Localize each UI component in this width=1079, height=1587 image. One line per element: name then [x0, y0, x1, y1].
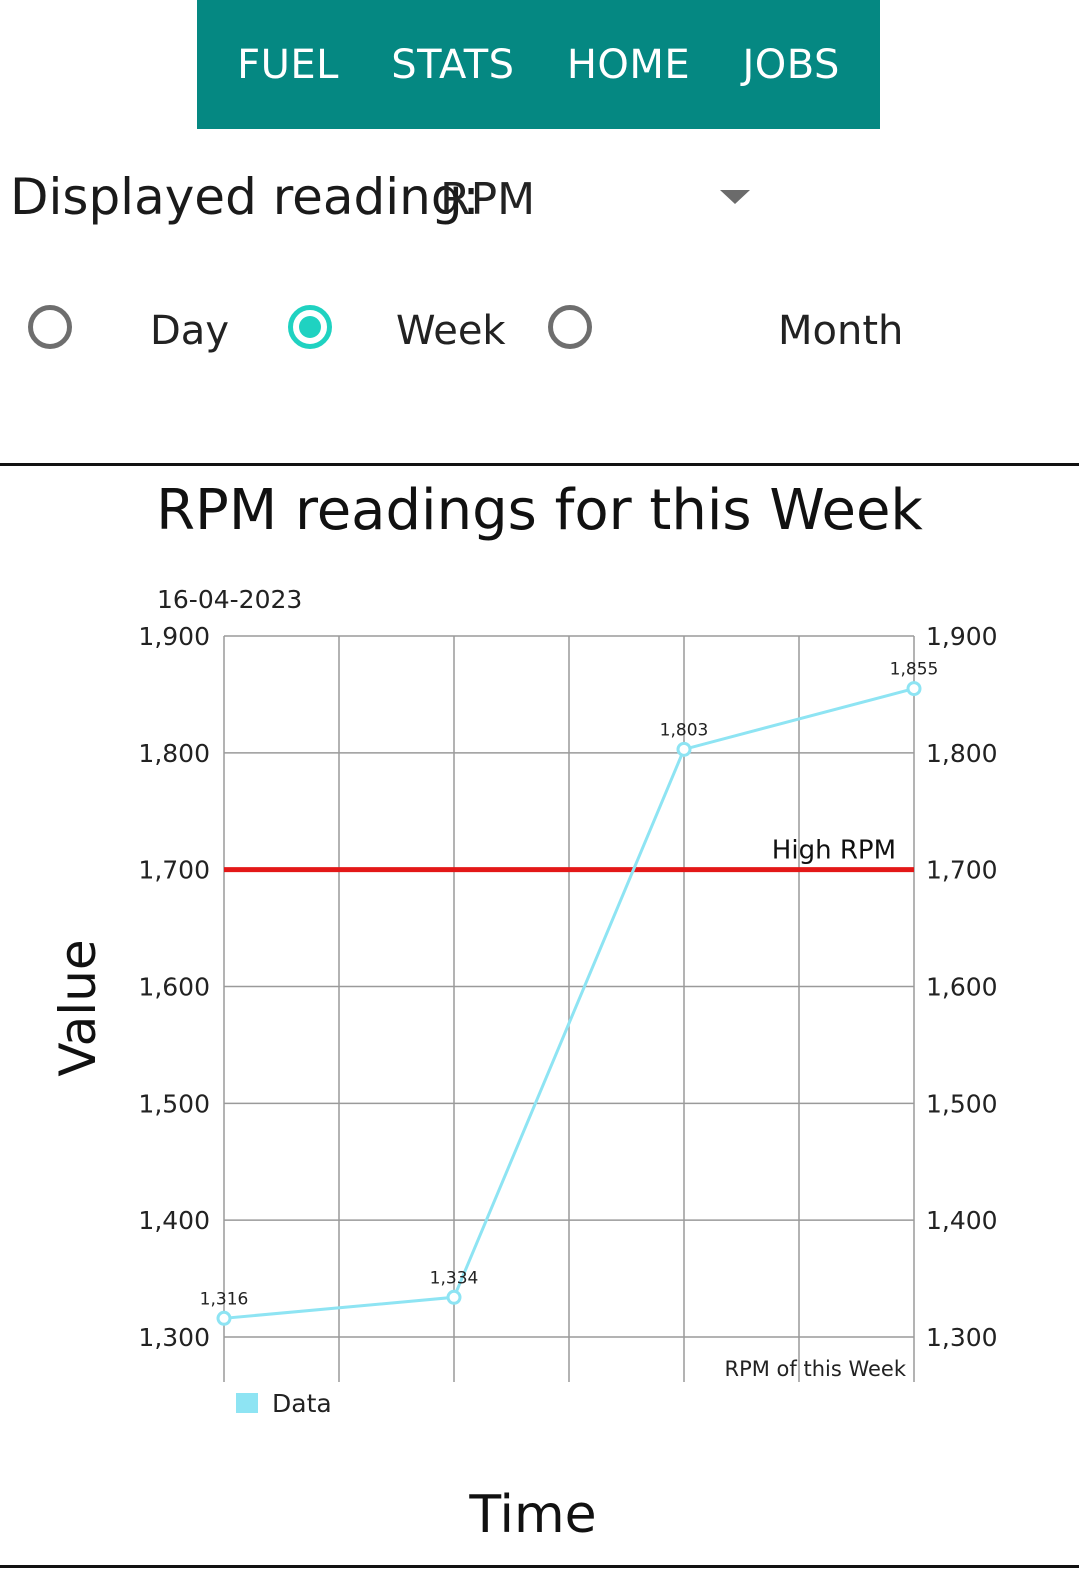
section-divider: [0, 463, 1079, 466]
reading-dropdown-value[interactable]: RPM: [440, 174, 535, 225]
data-point: [676, 741, 692, 757]
legend-label: Data: [272, 1389, 332, 1418]
x-axis-title: Time: [468, 1485, 596, 1545]
tab-stats[interactable]: STATS: [391, 42, 514, 88]
radio-month-label[interactable]: Month: [778, 308, 903, 354]
y-tick-label-left: 1,800: [138, 739, 210, 768]
radio-week[interactable]: [288, 305, 332, 349]
bottom-divider: [0, 1565, 1079, 1568]
data-point-label: 1,803: [660, 720, 709, 740]
chart-title: RPM readings for this Week: [156, 478, 923, 543]
y-tick-label-left: 1,400: [138, 1206, 210, 1235]
y-tick-label-left: 1,700: [138, 856, 210, 885]
data-point: [446, 1289, 462, 1305]
y-tick-label-right: 1,600: [926, 973, 998, 1002]
y-tick-label-right: 1,800: [926, 739, 998, 768]
y-tick-label-right: 1,700: [926, 856, 998, 885]
tab-jobs[interactable]: JOBS: [742, 42, 839, 88]
data-point-label: 1,855: [890, 660, 939, 680]
top-tab-bar: FUEL STATS HOME JOBS: [197, 0, 880, 129]
y-tick-label-right: 1,900: [926, 622, 998, 651]
y-tick-label-left: 1,900: [138, 622, 210, 651]
reading-selector[interactable]: Displayed reading: RPM: [10, 168, 760, 232]
y-tick-label-right: 1,300: [926, 1323, 998, 1352]
data-point-label: 1,316: [200, 1289, 249, 1309]
radio-day[interactable]: [28, 305, 72, 349]
rpm-line-chart: 1,900 1,900 1,800 1,800 1,700 1,700 1,600 1,600…: [49, 585, 998, 1545]
y-tick-label-left: 1,500: [138, 1089, 210, 1118]
tab-fuel[interactable]: FUEL: [237, 42, 339, 88]
radio-week-label[interactable]: Week: [396, 308, 506, 354]
chart-date-label: 16-04-2023: [157, 585, 302, 614]
threshold-label: High RPM: [772, 836, 896, 866]
chart-description: RPM of this Week: [725, 1357, 907, 1381]
y-tick-label-right: 1,500: [926, 1089, 998, 1118]
radio-month[interactable]: [548, 305, 592, 349]
y-tick-label-right: 1,400: [926, 1206, 998, 1235]
radio-day-label[interactable]: Day: [150, 308, 229, 354]
y-tick-label-left: 1,600: [138, 973, 210, 1002]
legend-swatch: [236, 1393, 258, 1413]
period-radio-group: Day Week Month: [0, 300, 1079, 370]
reading-label: Displayed reading:: [10, 168, 480, 226]
data-point-label: 1,334: [430, 1268, 479, 1288]
data-point: [216, 1310, 232, 1326]
y-tick-label-left: 1,300: [138, 1323, 210, 1352]
y-axis-title: Value: [49, 939, 107, 1076]
data-point: [906, 681, 922, 697]
tab-home[interactable]: HOME: [567, 42, 690, 88]
dropdown-arrow-icon[interactable]: [720, 190, 750, 204]
